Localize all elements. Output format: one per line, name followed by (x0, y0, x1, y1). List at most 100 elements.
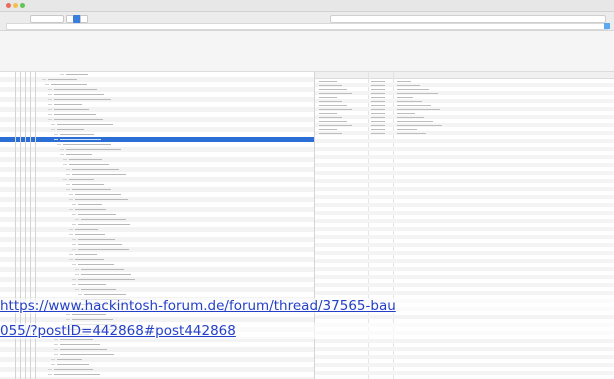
zoom-window-button[interactable] (20, 3, 25, 8)
tree-node-label-blur (78, 249, 129, 250)
property-cell-blur (319, 84, 342, 86)
tree-node-label-blur (78, 244, 122, 245)
tree-branch-line (63, 164, 67, 165)
minimize-window-button[interactable] (13, 3, 18, 8)
tree-node-label-blur (57, 124, 113, 125)
property-cell-blur (371, 128, 385, 130)
property-cell-blur (319, 88, 347, 90)
tree-node-label-blur (75, 199, 128, 200)
property-cell-blur (397, 120, 433, 122)
toolbar-accent-icon[interactable] (604, 23, 610, 29)
plane-selector[interactable] (30, 15, 64, 23)
property-cell-blur (319, 96, 337, 98)
tree-branch-line (60, 74, 64, 75)
tree-node-label-blur (60, 339, 93, 340)
property-cell-blur (319, 108, 352, 110)
tree-branch-line (48, 109, 52, 110)
tree-node-label-blur (75, 209, 106, 210)
property-cell-blur (371, 120, 385, 122)
tree-branch-line (48, 89, 52, 90)
forum-link-line2[interactable]: 055/?postID=442868#post442868 (0, 323, 614, 339)
property-cell-blur (397, 100, 422, 102)
tree-branch-line (51, 359, 55, 360)
tree-branch-line (66, 169, 70, 170)
tree-branch-line (48, 374, 52, 375)
title-bar (0, 0, 614, 12)
tree-branch-line (72, 264, 76, 265)
tree-node-label-blur (75, 259, 104, 260)
property-cell-blur (371, 88, 385, 90)
tree-branch-line (48, 104, 52, 105)
property-cell-blur (319, 112, 337, 114)
property-cell-blur (319, 128, 337, 130)
tree-node-label-blur (78, 204, 102, 205)
tree-node-label-blur (54, 119, 103, 120)
tree-branch-line (69, 259, 73, 260)
path-bar[interactable] (6, 23, 608, 30)
tree-branch-line (72, 244, 76, 245)
tree-branch-line (66, 189, 70, 190)
tree-branch-line (60, 154, 64, 155)
close-window-button[interactable] (6, 3, 11, 8)
tree-branch-line (54, 344, 58, 345)
tree-node-label-blur (48, 79, 77, 80)
tree-branch-line (72, 204, 76, 205)
properties-header (315, 72, 614, 79)
tree-branch-line (48, 94, 52, 95)
tree-branch-line (66, 184, 70, 185)
property-cell-blur (397, 84, 420, 86)
tree-node-label-blur (54, 99, 111, 100)
tree-branch-line (72, 279, 76, 280)
tree-node-label-blur (60, 344, 100, 345)
tree-branch-line (54, 349, 58, 350)
tree-branch-line (75, 269, 79, 270)
tree-branch-line (69, 254, 73, 255)
tree-node-label-blur (81, 274, 131, 275)
tree-node-label-blur (54, 104, 82, 105)
property-cell-blur (397, 112, 415, 114)
tree-node-label-blur (72, 314, 106, 315)
tree-branch-line (72, 249, 76, 250)
property-cell-blur (371, 84, 385, 86)
tree-node-label-blur (60, 139, 101, 140)
tree-branch-line (66, 314, 70, 315)
tree-node-label-blur (69, 164, 109, 165)
tree-node-label-blur (78, 239, 115, 240)
tree-branch-line (63, 179, 67, 180)
tree-branch-line (75, 274, 79, 275)
property-cell-blur (371, 92, 385, 94)
property-cell-blur (397, 116, 424, 118)
tree-node-label-blur (81, 269, 124, 270)
tree-branch-line (60, 149, 64, 150)
tree-node-label-blur (72, 184, 104, 185)
tree-node-label-blur (57, 364, 89, 365)
tree-branch-line (48, 119, 52, 120)
forum-link-line1[interactable]: https://www.hackintosh-forum.de/forum/th… (0, 298, 614, 314)
tree-branch-line (48, 114, 52, 115)
property-cell-blur (371, 132, 385, 134)
tree-node-label-blur (84, 294, 126, 295)
tree-branch-line (54, 134, 58, 135)
property-row[interactable] (315, 371, 614, 375)
property-cell-blur (397, 104, 431, 106)
property-cell-blur (371, 124, 385, 126)
tree-node-label-blur (78, 264, 114, 265)
tree-node-label-blur (78, 224, 130, 225)
view-segment-3[interactable] (80, 15, 88, 23)
tree-node-label-blur (60, 134, 94, 135)
tree-node-label-blur (72, 189, 111, 190)
tree-node-label-blur (78, 284, 106, 285)
tree-node-label-blur (69, 179, 94, 180)
property-cell-blur (319, 92, 352, 94)
search-input[interactable] (330, 15, 606, 23)
tree-node-label-blur (78, 214, 116, 215)
tree-node-label-blur (75, 194, 121, 195)
property-cell-blur (319, 80, 337, 82)
property-cell-blur (397, 92, 438, 94)
tree-branch-line (69, 199, 73, 200)
property-cell-blur (371, 116, 385, 118)
tree-branch-line (54, 139, 58, 140)
tree-node-label-blur (72, 174, 126, 175)
property-cell-blur (371, 96, 385, 98)
property-cell-blur (371, 100, 385, 102)
